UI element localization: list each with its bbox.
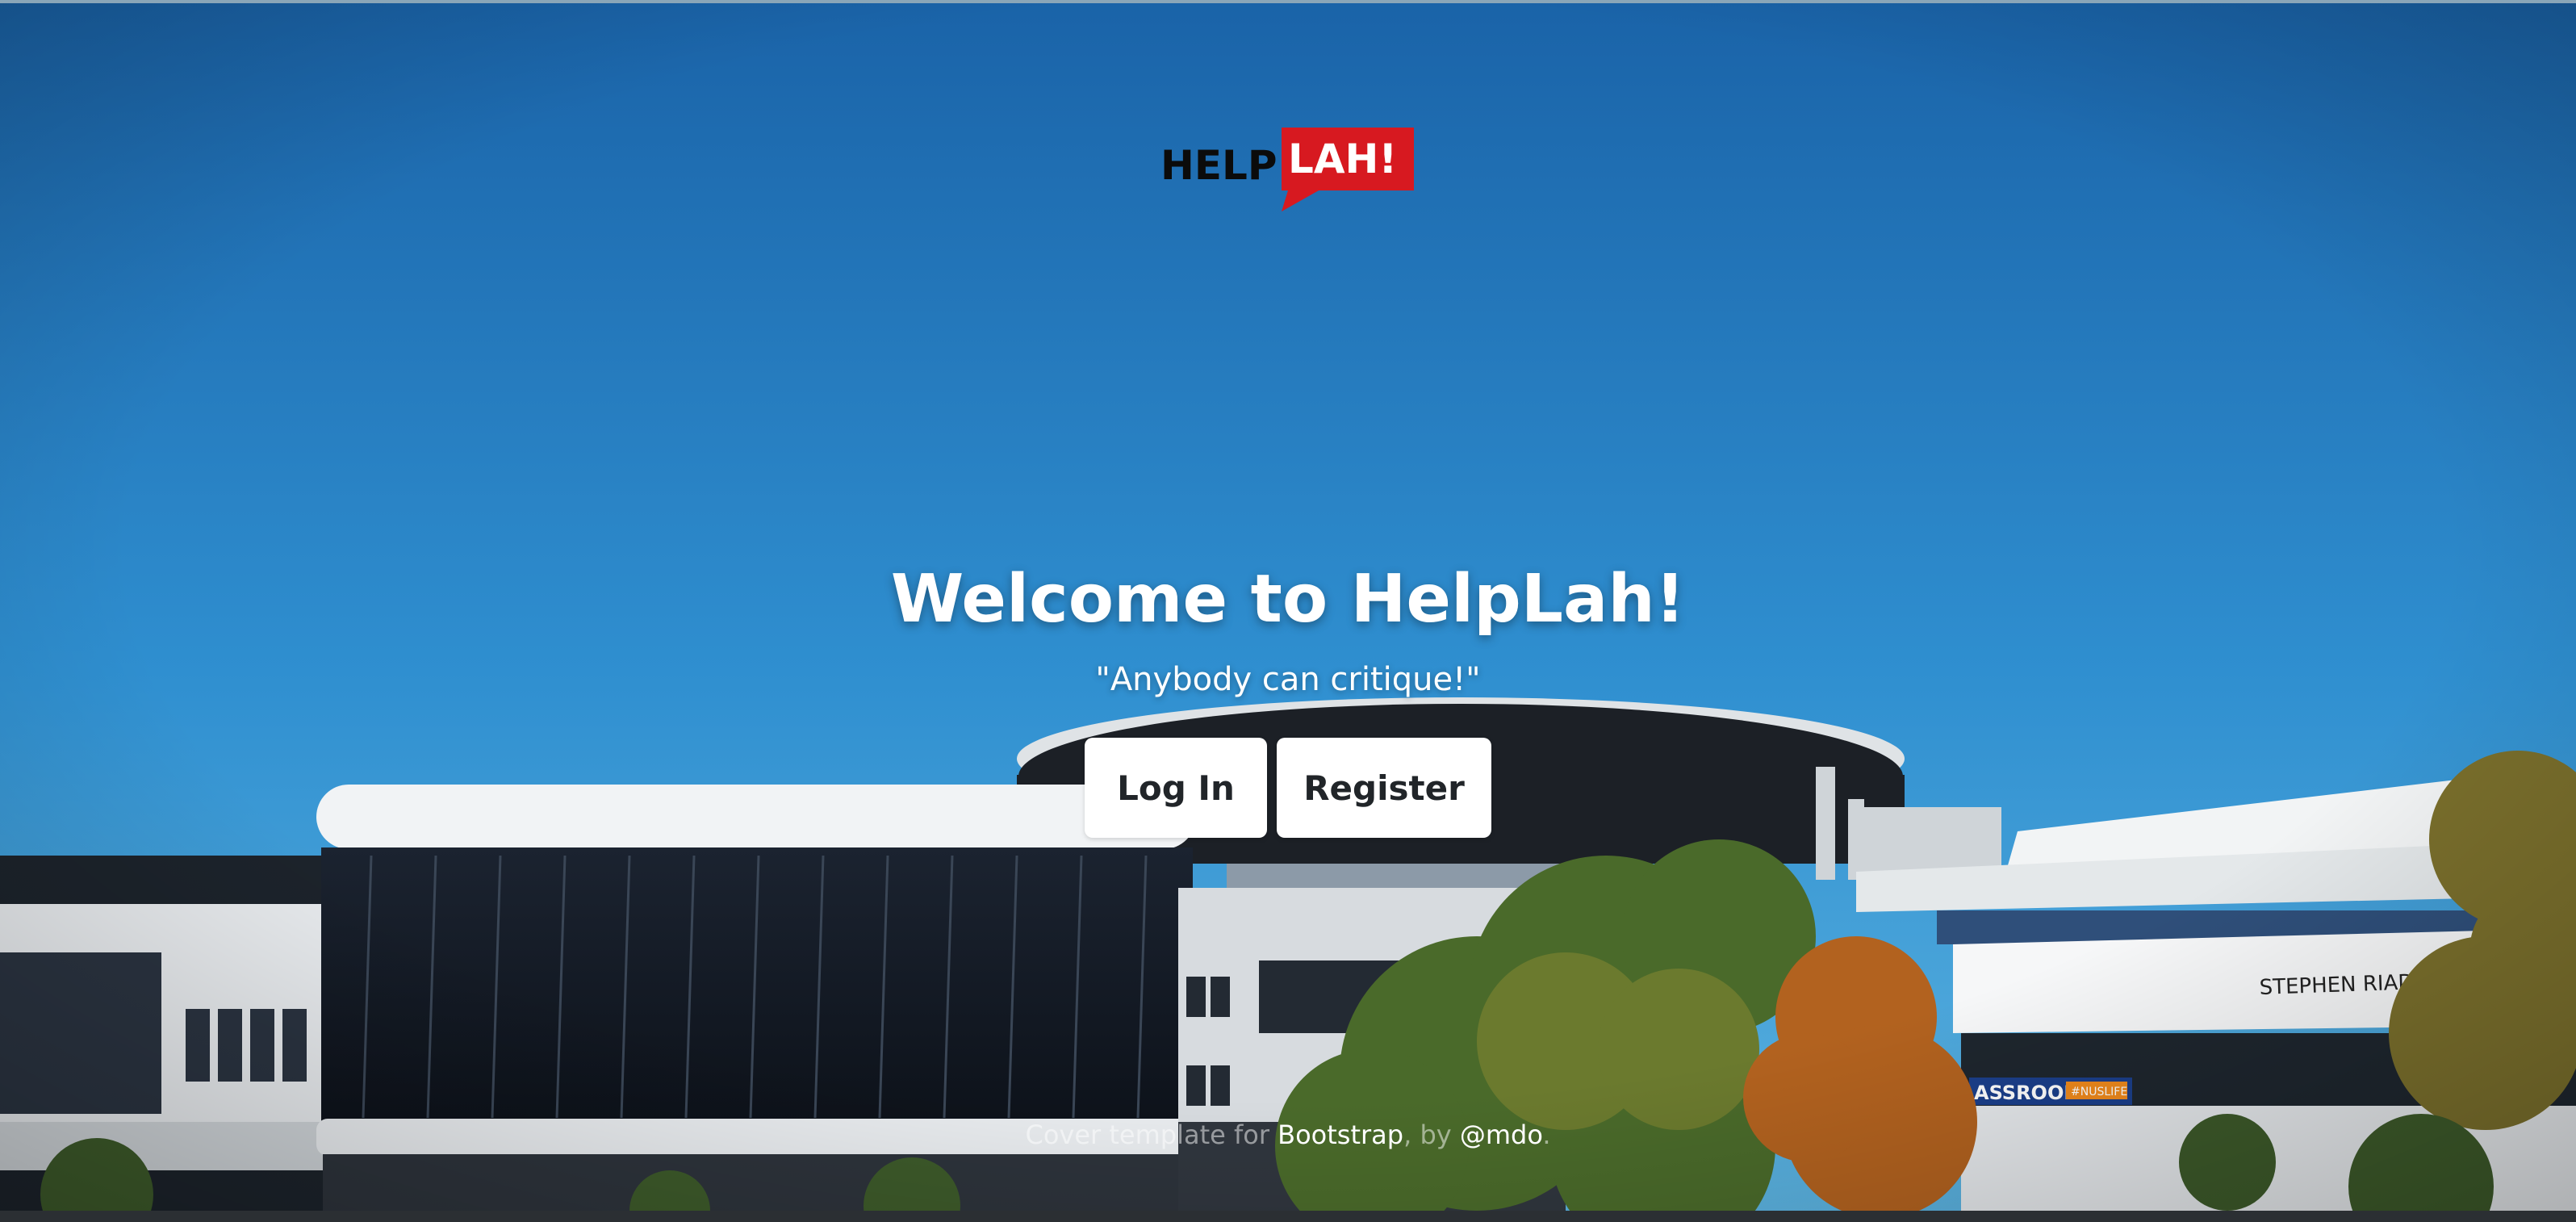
helplah-logo: HELP LAH! — [1160, 128, 1414, 211]
logo-text-help: HELP — [1160, 142, 1278, 189]
tagline: "Anybody can critique!" — [1095, 661, 1481, 698]
register-button[interactable]: Register — [1277, 738, 1491, 838]
footer: Cover template for Bootstrap, by @mdo. — [0, 1117, 2576, 1153]
top-edge — [0, 0, 2576, 3]
page-title: Welcome to HelpLah! — [890, 561, 1686, 638]
footer-by: , by — [1403, 1119, 1460, 1150]
auth-actions: Log In Register — [0, 738, 2576, 838]
bootstrap-link[interactable]: Bootstrap — [1278, 1119, 1403, 1150]
footer-prefix: Cover template for — [1025, 1119, 1278, 1150]
logo-text-lah: LAH! — [1288, 136, 1397, 182]
login-button[interactable]: Log In — [1085, 738, 1267, 838]
bottom-edge — [0, 1211, 2576, 1222]
cover-page: STEPHEN RIADY CENTRE ASSROOM #NUSLIFE — [0, 0, 2576, 1222]
footer-suffix: . — [1542, 1119, 1551, 1150]
author-link[interactable]: @mdo — [1460, 1119, 1543, 1150]
